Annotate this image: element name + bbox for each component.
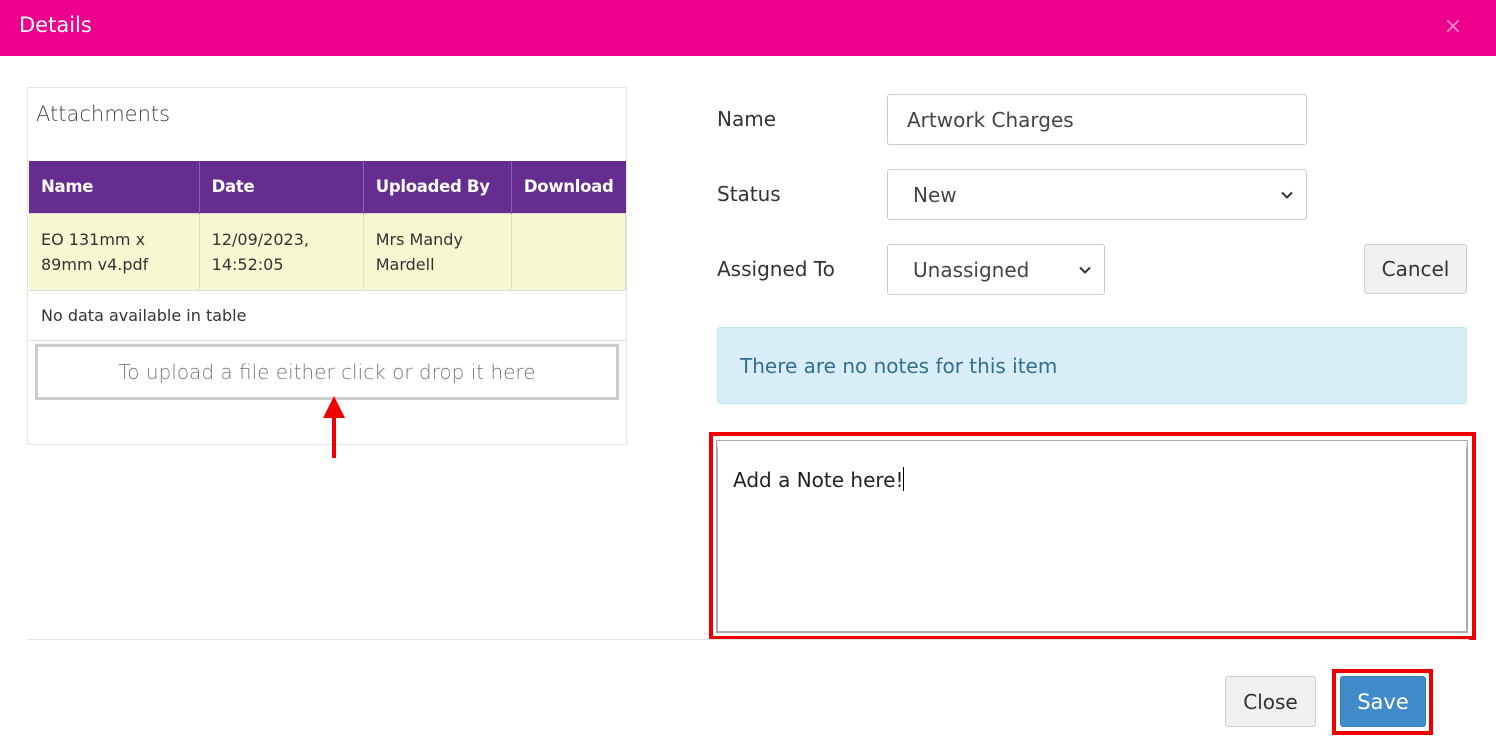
footer-divider bbox=[27, 639, 1469, 640]
uploaded-by-line-1: Mrs Mandy bbox=[375, 229, 463, 249]
note-textarea[interactable]: Add a Note here! bbox=[716, 440, 1468, 633]
table-header-row: Name Date Uploaded By Download bbox=[29, 161, 626, 213]
empty-table-message: No data available in table bbox=[29, 289, 626, 341]
cell-uploaded-by: Mrs Mandy Mardell bbox=[363, 212, 512, 290]
arrow-up-icon bbox=[323, 396, 345, 458]
cell-file-name: EO 131mm x 89mm v4.pdf bbox=[29, 212, 200, 290]
date-line-2: 14:52:05 bbox=[211, 254, 284, 274]
date-line-1: 12/09/2023, bbox=[211, 229, 309, 249]
attachments-heading: Attachments bbox=[36, 102, 171, 126]
file-name-line-1: EO 131mm x bbox=[41, 229, 146, 249]
status-select-value: New bbox=[913, 182, 957, 207]
column-header-name[interactable]: Name bbox=[29, 161, 200, 213]
cell-download[interactable] bbox=[511, 212, 627, 290]
file-name-line-2: 89mm v4.pdf bbox=[41, 254, 149, 274]
close-icon[interactable]: × bbox=[1442, 12, 1464, 42]
upload-dropzone[interactable]: To upload a file either click or drop it… bbox=[35, 344, 619, 400]
save-button[interactable]: Save bbox=[1340, 676, 1426, 727]
column-header-uploaded-by[interactable]: Uploaded By bbox=[363, 161, 512, 213]
uploaded-by-line-2: Mardell bbox=[375, 254, 435, 274]
no-notes-alert: There are no notes for this item bbox=[717, 327, 1467, 404]
status-select[interactable]: New bbox=[887, 169, 1307, 220]
column-header-date[interactable]: Date bbox=[199, 161, 364, 213]
cancel-button[interactable]: Cancel bbox=[1364, 244, 1467, 294]
close-button[interactable]: Close bbox=[1225, 676, 1316, 727]
empty-row: No data available in table bbox=[29, 289, 626, 341]
attachments-panel: Attachments Name Date Uploaded By Downlo… bbox=[27, 87, 627, 445]
cell-date: 12/09/2023, 14:52:05 bbox=[199, 212, 364, 290]
chevron-down-icon bbox=[1079, 266, 1091, 274]
assigned-to-label: Assigned To bbox=[717, 257, 835, 281]
note-text: Add a Note here! bbox=[733, 468, 904, 492]
text-caret bbox=[903, 467, 905, 491]
table-row[interactable]: EO 131mm x 89mm v4.pdf 12/09/2023, 14:52… bbox=[29, 212, 627, 290]
assigned-to-select[interactable]: Unassigned bbox=[887, 244, 1105, 295]
column-header-download[interactable]: Download bbox=[511, 161, 626, 213]
name-input-value: Artwork Charges bbox=[907, 107, 1074, 132]
assigned-to-select-value: Unassigned bbox=[913, 257, 1030, 282]
attachments-table: Name Date Uploaded By Download EO 131mm … bbox=[29, 161, 627, 341]
name-input[interactable]: Artwork Charges bbox=[887, 94, 1307, 145]
name-label: Name bbox=[717, 107, 777, 131]
dialog-title: Details bbox=[19, 13, 92, 37]
dialog-header: Details × bbox=[0, 0, 1496, 56]
status-label: Status bbox=[717, 182, 781, 206]
chevron-down-icon bbox=[1281, 191, 1293, 199]
